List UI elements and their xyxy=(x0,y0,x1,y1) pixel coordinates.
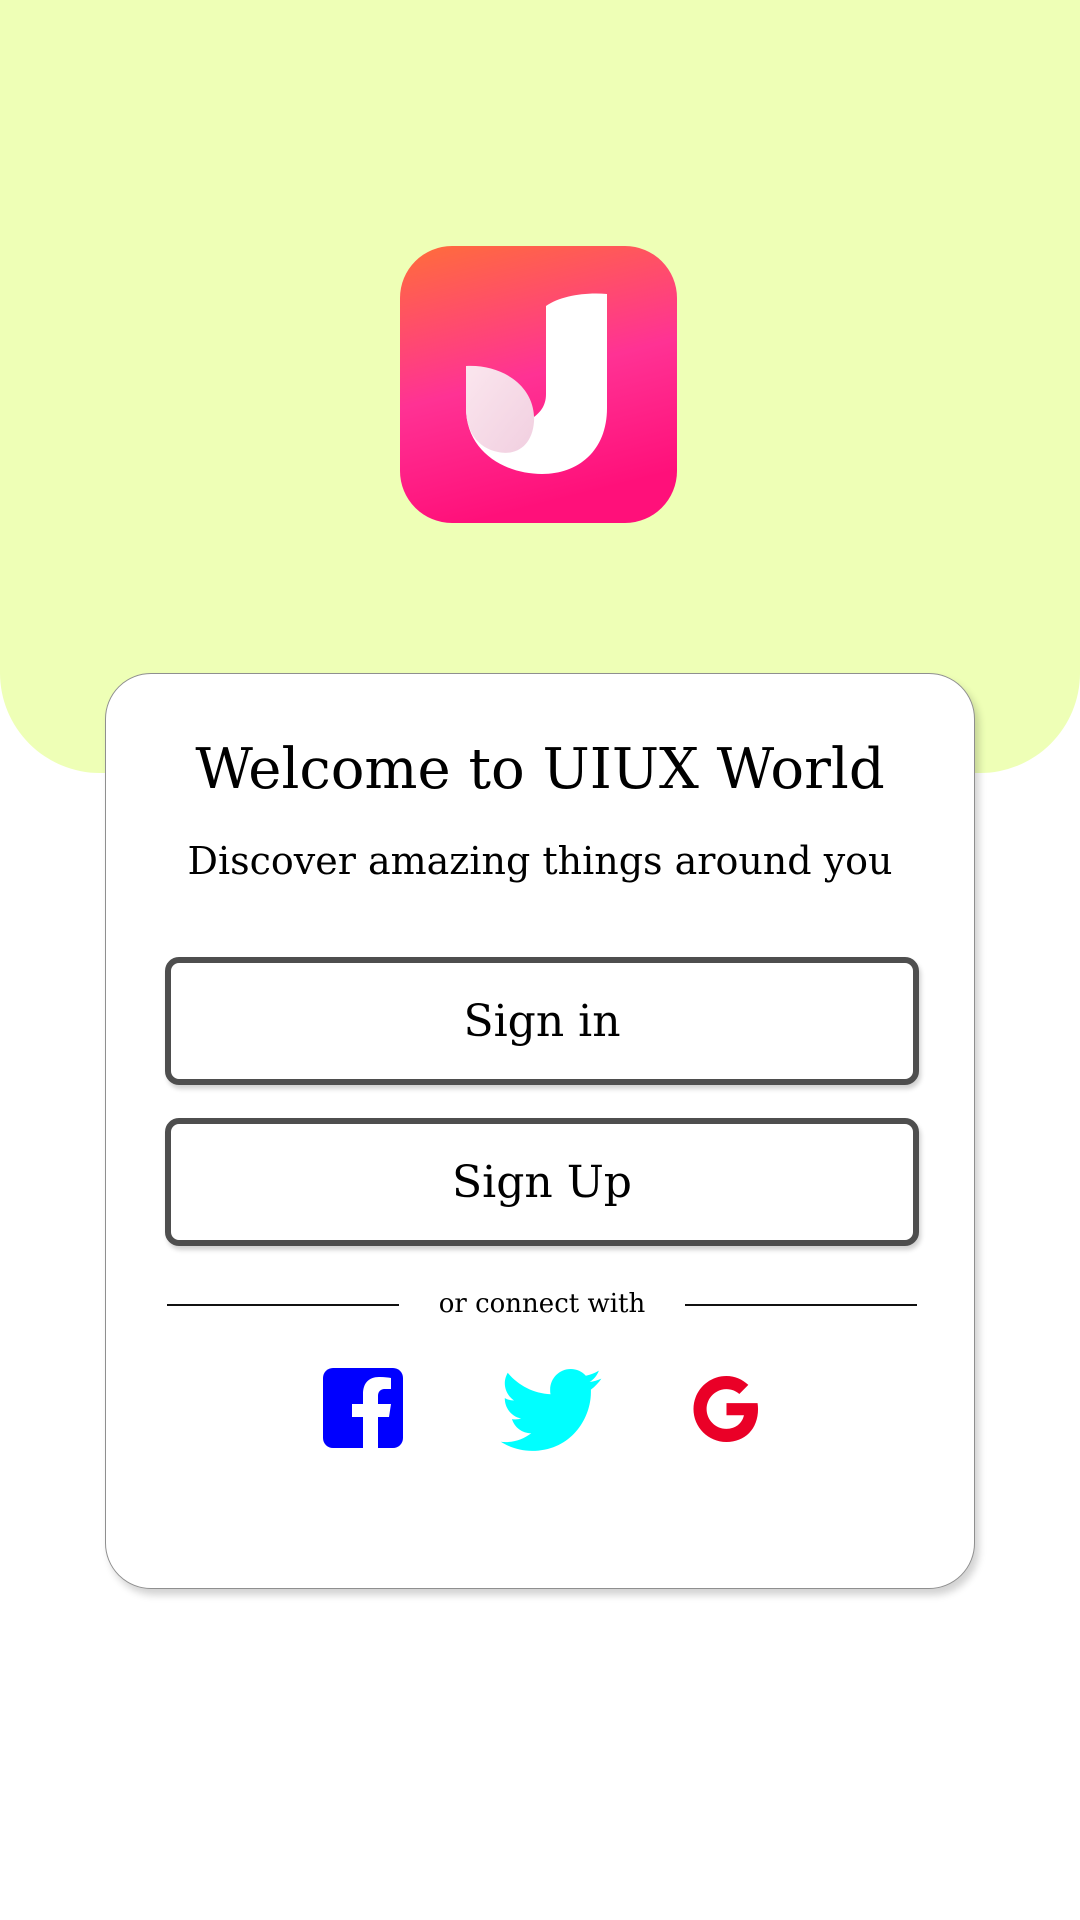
google-icon[interactable] xyxy=(693,1375,759,1443)
sign-up-button[interactable]: Sign Up xyxy=(165,1118,919,1246)
sign-in-button[interactable]: Sign in xyxy=(165,957,919,1085)
twitter-icon[interactable] xyxy=(499,1369,603,1453)
connect-divider: or connect with xyxy=(167,1284,917,1324)
welcome-subtitle: Discover amazing things around you xyxy=(187,839,893,883)
hero-background xyxy=(0,0,1080,773)
divider-line-right xyxy=(685,1304,917,1306)
divider-line-left xyxy=(167,1304,399,1306)
facebook-icon[interactable] xyxy=(323,1368,403,1448)
app-logo-icon xyxy=(400,246,677,523)
welcome-screen: Welcome to UIUX World Discover amazing t… xyxy=(0,0,1080,1920)
connect-with-label: or connect with xyxy=(438,1289,646,1319)
welcome-card: Welcome to UIUX World Discover amazing t… xyxy=(105,673,975,1589)
welcome-title: Welcome to UIUX World xyxy=(195,737,885,802)
